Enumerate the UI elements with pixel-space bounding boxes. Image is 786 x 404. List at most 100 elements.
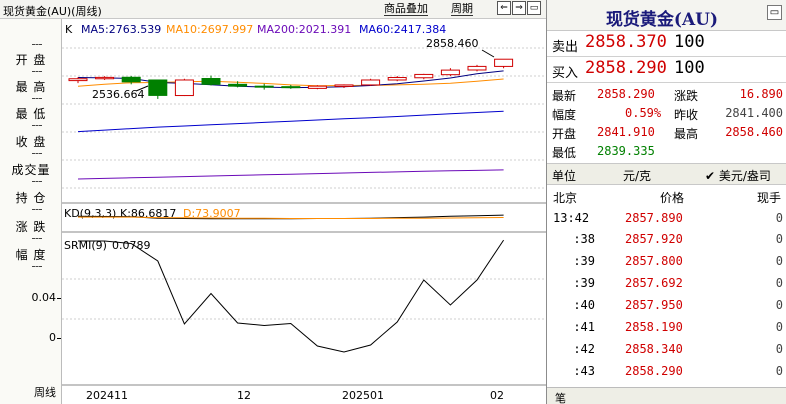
stat-low: 2839.335: [597, 144, 655, 158]
label-high: 最 高: [15, 80, 47, 94]
stat-label: 最新: [552, 89, 577, 103]
tick-row: :40 2857.950 0: [547, 296, 786, 316]
tick-volume: 0: [775, 342, 783, 356]
bottom-tab-bar: 笔: [547, 387, 786, 404]
tick-mark: [57, 298, 61, 299]
tick-time: :39: [573, 276, 595, 290]
candle-down: [228, 83, 248, 87]
kline-chart[interactable]: K MA5:2763.539 MA10:2697.997 MA200:2021.…: [62, 19, 546, 404]
candle-down: [121, 76, 141, 83]
label-position: 持 仓: [15, 191, 47, 205]
stat-latest: 2858.290: [597, 87, 655, 101]
candle-up: [307, 85, 327, 89]
tick-price: 2858.290: [625, 364, 683, 378]
window-icon[interactable]: ▭: [527, 1, 541, 15]
period-caption: 周线: [34, 386, 56, 399]
chart-title: 现货黄金(AU)(周线): [3, 5, 102, 18]
tick-row: :39 2857.692 0: [547, 274, 786, 294]
chart-toolbar: 现货黄金(AU)(周线) 商品叠加 周期 ⇐ ⇒ ▭: [0, 0, 546, 19]
quote-panel: 现货黄金(AU) ▭ 卖出 2858.370 100 买入 2858.290 1…: [546, 0, 786, 404]
stat-change: 16.890: [739, 87, 783, 101]
divider: [32, 125, 42, 126]
low-annotation: 2536.664: [92, 88, 145, 101]
buy-label: 买入: [552, 66, 579, 81]
unit-value: 元/克: [623, 169, 652, 183]
candle-up: [387, 77, 407, 81]
candle-up: [68, 78, 88, 82]
tick-row: :42 2858.340 0: [547, 340, 786, 360]
stat-label: 最高: [674, 127, 699, 141]
tick-header-price: 价格: [660, 191, 685, 205]
tick-row: 13:42 2857.890 0: [547, 209, 786, 229]
divider: [32, 181, 42, 182]
overlay-button[interactable]: 商品叠加: [384, 2, 428, 16]
tick-row: :38 2857.920 0: [547, 230, 786, 250]
window-icon[interactable]: ▭: [767, 5, 782, 20]
sell-price: 2858.370: [585, 32, 667, 52]
ma60-line: [77, 110, 504, 133]
label-low: 最 低: [15, 107, 47, 121]
tick-row: :39 2857.800 0: [547, 252, 786, 272]
candle-down: [201, 78, 221, 85]
candle-up: [440, 69, 460, 76]
ma60-label: MA60:2417.384: [359, 23, 446, 36]
kline-label: K: [65, 23, 73, 36]
divider: [32, 153, 42, 154]
stat-high: 2858.460: [725, 125, 783, 139]
candle-up: [95, 76, 115, 80]
label-volume: 成交量: [11, 163, 51, 177]
prev-icon[interactable]: ⇐: [497, 1, 511, 15]
period-button[interactable]: 周期: [451, 2, 473, 16]
tick-time: :41: [573, 320, 595, 334]
stat-prev-close: 2841.400: [725, 106, 783, 120]
candle-up: [361, 79, 381, 86]
tick-price: 2857.920: [625, 232, 683, 246]
divider: [32, 209, 42, 210]
quote-stats: 最新 2858.290 涨跌 16.890 幅度 0.59% 昨收 2841.4…: [547, 84, 786, 164]
tick-volume: 0: [775, 320, 783, 334]
sell-row: 卖出 2858.370 100: [547, 31, 786, 57]
candle-up: [494, 58, 514, 67]
srmi-line: [78, 239, 505, 353]
stat-label: 幅度: [552, 108, 577, 122]
x-axis-label: 02: [490, 389, 504, 402]
label-open: 开 盘: [15, 53, 47, 67]
divider: [32, 71, 42, 72]
tick-mark: [57, 338, 61, 339]
unit-row: 单位 元/克 ✔ 美元/盎司: [547, 164, 786, 185]
srmi-line: [78, 239, 505, 353]
tick-volume: 0: [775, 254, 783, 268]
tick-header-volume: 现手: [756, 191, 781, 205]
high-annotation: 2858.460: [426, 37, 479, 50]
quote-header: 现货黄金(AU) ▭: [547, 0, 786, 31]
candle-up: [414, 73, 434, 79]
kd-name: KD(9,3,3): [64, 207, 116, 220]
sell-label: 卖出: [552, 40, 579, 55]
stat-label: 昨收: [674, 108, 699, 122]
tick-volume: 0: [775, 276, 783, 290]
tick-header-time: 北京: [553, 191, 578, 205]
x-axis-label: 12: [237, 389, 251, 402]
tick-time: :38: [573, 232, 595, 246]
tick-time: 13:42: [553, 211, 590, 225]
tick-volume: 0: [775, 211, 783, 225]
tick-row: :41 2858.190 0: [547, 318, 786, 338]
tick-volume: 0: [775, 232, 783, 246]
usd-oz-checkbox[interactable]: ✔ 美元/盎司: [705, 167, 771, 184]
candle-up: [174, 79, 194, 97]
stat-open: 2841.910: [597, 125, 655, 139]
next-icon[interactable]: ⇒: [512, 1, 526, 15]
ma200-label: MA200:2021.391: [257, 23, 351, 36]
ma10-label: MA10:2697.997: [166, 23, 253, 36]
candle-up: [334, 84, 354, 87]
high-pointer: [481, 49, 495, 58]
tick-time: :43: [573, 364, 595, 378]
stat-label: 开盘: [552, 127, 577, 141]
srmi-value: 0.0789: [112, 239, 151, 252]
tick-price: 2857.692: [625, 276, 683, 290]
tab-ticks[interactable]: 笔: [555, 390, 566, 404]
candle-down: [281, 86, 301, 89]
stat-label: 最低: [552, 146, 577, 160]
x-axis-label: 202411: [86, 389, 128, 402]
stat-percent: 0.59%: [625, 106, 662, 120]
